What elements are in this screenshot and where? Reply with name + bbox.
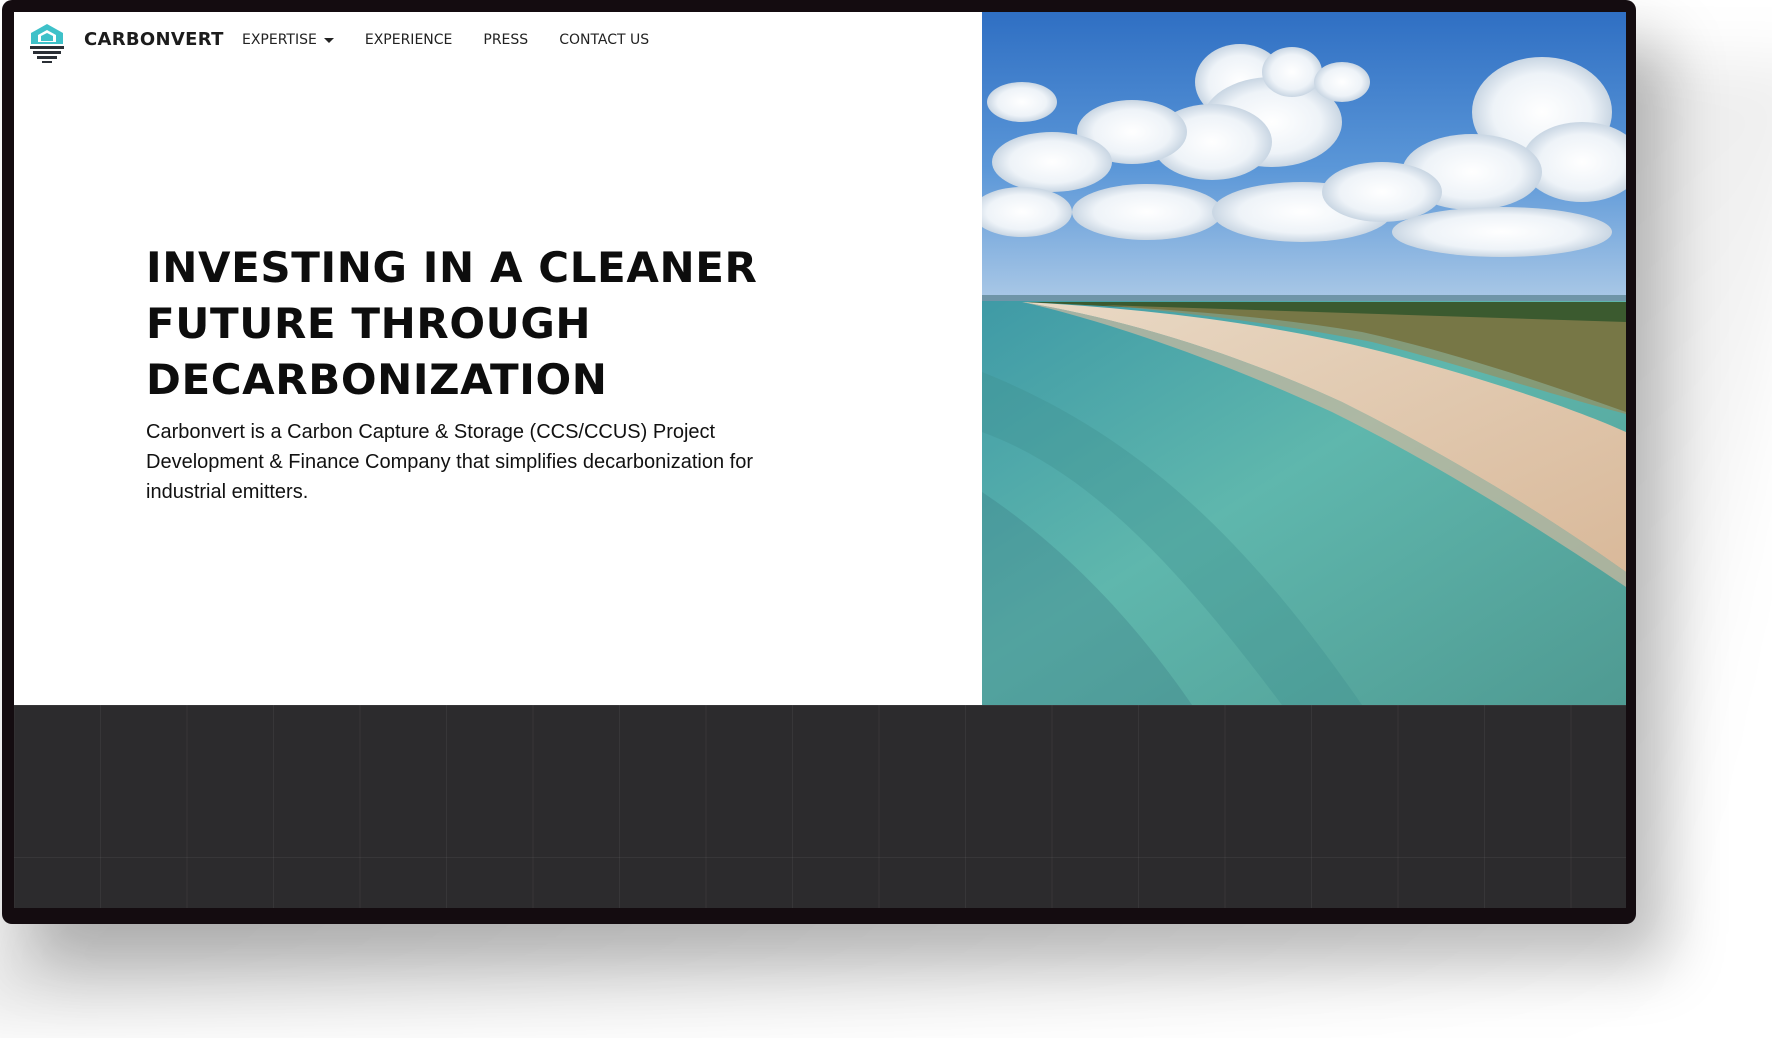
nav-item-label: EXPERIENCE	[364, 32, 453, 48]
device-frame: CARBONVERT EXPERTISE EXPERIENCE PRESS CO…	[2, 0, 1636, 924]
brand-name[interactable]: CARBONVERT	[84, 29, 224, 50]
top-navbar: CARBONVERT EXPERTISE EXPERIENCE PRESS CO…	[14, 12, 982, 66]
nav-item-experience[interactable]: EXPERIENCE	[365, 32, 453, 48]
aerial-beach-coastline-photo	[982, 12, 1626, 705]
hero-headline: INVESTING IN A CLEANER FUTURE THROUGH DE…	[146, 240, 786, 408]
dark-grid-section	[14, 705, 1626, 908]
headline-line: FUTURE THROUGH	[146, 299, 592, 348]
nav-item-press[interactable]: PRESS	[483, 32, 528, 48]
browser-viewport: CARBONVERT EXPERTISE EXPERIENCE PRESS CO…	[14, 12, 1626, 908]
nav-item-label: PRESS	[483, 32, 529, 48]
nav-item-expertise[interactable]: EXPERTISE	[242, 32, 334, 48]
main-nav: EXPERTISE EXPERIENCE PRESS CONTACT US	[242, 32, 680, 48]
carbonvert-logo-icon[interactable]	[26, 22, 68, 64]
headline-line: DECARBONIZATION	[146, 355, 608, 404]
hero-text-panel: CARBONVERT EXPERTISE EXPERIENCE PRESS CO…	[14, 12, 982, 705]
nav-item-contact-us[interactable]: CONTACT US	[559, 32, 649, 48]
headline-line: INVESTING IN A CLEANER	[146, 243, 758, 292]
hero-description: Carbonvert is a Carbon Capture & Storage…	[146, 421, 753, 503]
hero-section: CARBONVERT EXPERTISE EXPERIENCE PRESS CO…	[14, 12, 1626, 705]
beach-photo-illustration	[982, 12, 1626, 705]
nav-item-label: CONTACT US	[559, 32, 650, 48]
nav-item-label: EXPERTISE	[242, 32, 317, 48]
caret-down-icon	[323, 37, 334, 43]
